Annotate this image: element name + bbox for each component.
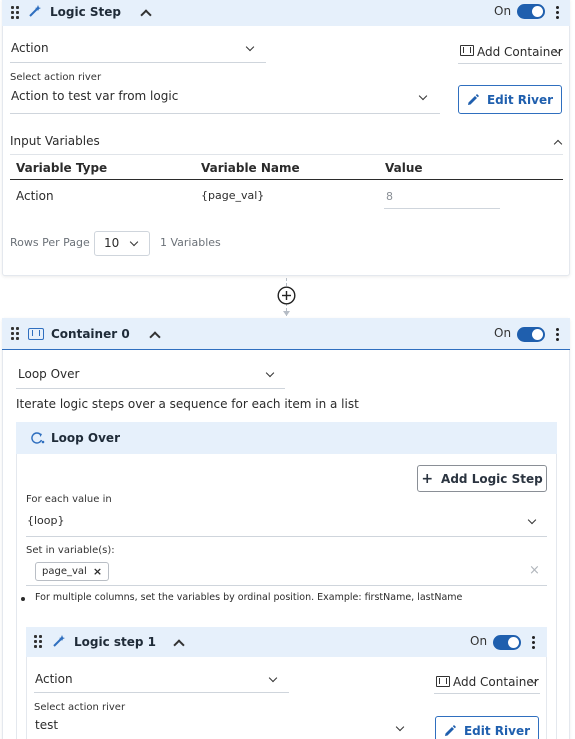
variables-hint: For multiple columns, set the variables … — [35, 592, 463, 603]
action-select-underline — [34, 692, 289, 693]
logic-step-1-title: Logic step 1 — [74, 635, 157, 649]
rows-per-page-select[interactable]: 10 — [94, 231, 150, 256]
add-container-button[interactable]: Add Container — [477, 45, 563, 59]
plus-icon: + — [421, 470, 434, 487]
edit-river-button[interactable]: Edit River — [458, 85, 562, 114]
toggle-label: On — [494, 4, 512, 18]
column-header-value: Value — [385, 161, 423, 175]
set-in-underline — [26, 585, 547, 586]
chevron-down-icon[interactable] — [265, 370, 275, 380]
river-select-underline — [10, 113, 440, 114]
pencil-icon — [467, 93, 479, 105]
more-options-icon[interactable] — [556, 6, 560, 20]
action-select-underline — [10, 62, 266, 63]
drag-handle-icon[interactable] — [11, 6, 21, 20]
chevron-down-icon[interactable] — [418, 93, 428, 103]
variables-count: 1 Variables — [160, 236, 221, 249]
rows-per-page-value: 10 — [104, 236, 120, 250]
container-type-select[interactable]: Loop Over — [18, 367, 79, 381]
logic-step-title: Logic Step — [50, 5, 121, 19]
chevron-down-icon[interactable] — [395, 724, 405, 734]
add-logic-step-label: Add Logic Step — [441, 471, 543, 486]
add-container-button[interactable]: Add Container — [453, 675, 539, 689]
add-step-icon[interactable] — [277, 286, 296, 305]
river-label: Select action river — [34, 702, 126, 713]
chevron-down-icon[interactable] — [530, 678, 538, 686]
add-container-underline — [434, 693, 540, 694]
more-options-icon[interactable] — [556, 328, 560, 342]
connector-arrow-icon — [283, 311, 290, 316]
for-each-label: For each value in — [26, 494, 112, 505]
edit-river-label: Edit River — [486, 92, 554, 107]
add-container-icon[interactable] — [436, 676, 450, 687]
value-input[interactable]: 8 — [386, 190, 393, 203]
river-label: Select action river — [10, 72, 102, 83]
edit-river-button[interactable]: Edit River — [435, 716, 539, 739]
container-select-underline — [16, 388, 285, 389]
drag-handle-icon[interactable] — [11, 327, 21, 341]
chevron-down-icon[interactable] — [527, 517, 537, 527]
table-cell-name: {page_val} — [201, 189, 265, 202]
action-type-select[interactable]: Action — [35, 672, 73, 686]
for-each-select[interactable]: {loop} — [27, 514, 65, 527]
input-variables-title: Input Variables — [10, 134, 100, 148]
value-input-underline — [384, 208, 500, 209]
collapse-chevron-icon[interactable] — [149, 329, 159, 339]
container-title: Container 0 — [51, 327, 130, 341]
more-options-icon[interactable] — [532, 636, 536, 650]
container-icon — [28, 328, 44, 340]
enable-toggle[interactable] — [517, 327, 545, 342]
add-logic-step-button[interactable]: + Add Logic Step — [417, 465, 547, 492]
chevron-down-icon — [129, 239, 139, 249]
magic-wand-icon — [29, 5, 41, 17]
pencil-icon — [444, 724, 456, 736]
add-container-icon[interactable] — [460, 45, 474, 56]
remove-chip-icon[interactable]: × — [93, 565, 102, 578]
container-description: Iterate logic steps over a sequence for … — [16, 397, 359, 411]
loop-over-title: Loop Over — [51, 431, 120, 445]
enable-toggle[interactable] — [493, 635, 521, 650]
enable-toggle[interactable] — [517, 4, 545, 19]
toggle-label: On — [470, 634, 488, 648]
chip-label: page_val — [42, 566, 87, 577]
collapse-chevron-icon[interactable] — [173, 637, 183, 647]
action-river-select[interactable]: test — [35, 718, 58, 732]
table-header-rule — [10, 179, 563, 180]
variable-chip: page_val × — [35, 562, 110, 581]
magic-wand-icon — [53, 635, 65, 647]
collapse-chevron-icon[interactable] — [140, 7, 150, 17]
loop-icon — [31, 432, 45, 444]
action-type-select[interactable]: Action — [11, 41, 49, 55]
bullet-dot — [21, 597, 25, 601]
toggle-label: On — [494, 326, 512, 340]
edit-river-label: Edit River — [463, 723, 531, 738]
add-container-underline — [458, 63, 562, 64]
column-header-variable-type: Variable Type — [16, 161, 108, 175]
clear-variables-icon[interactable]: × — [529, 563, 540, 578]
chevron-down-icon[interactable] — [245, 44, 255, 54]
table-cell-type: Action — [16, 189, 54, 203]
action-river-select[interactable]: Action to test var from logic — [11, 89, 178, 103]
rows-per-page-label: Rows Per Page — [10, 236, 90, 249]
chevron-down-icon[interactable] — [268, 675, 278, 685]
collapse-input-variables-icon[interactable] — [554, 138, 562, 146]
chevron-down-icon[interactable] — [554, 48, 562, 56]
for-each-underline — [26, 536, 547, 537]
set-in-variables-label: Set in variable(s): — [26, 545, 115, 556]
input-variables-divider — [10, 154, 563, 155]
column-header-variable-name: Variable Name — [201, 161, 300, 175]
drag-handle-icon[interactable] — [34, 635, 44, 649]
